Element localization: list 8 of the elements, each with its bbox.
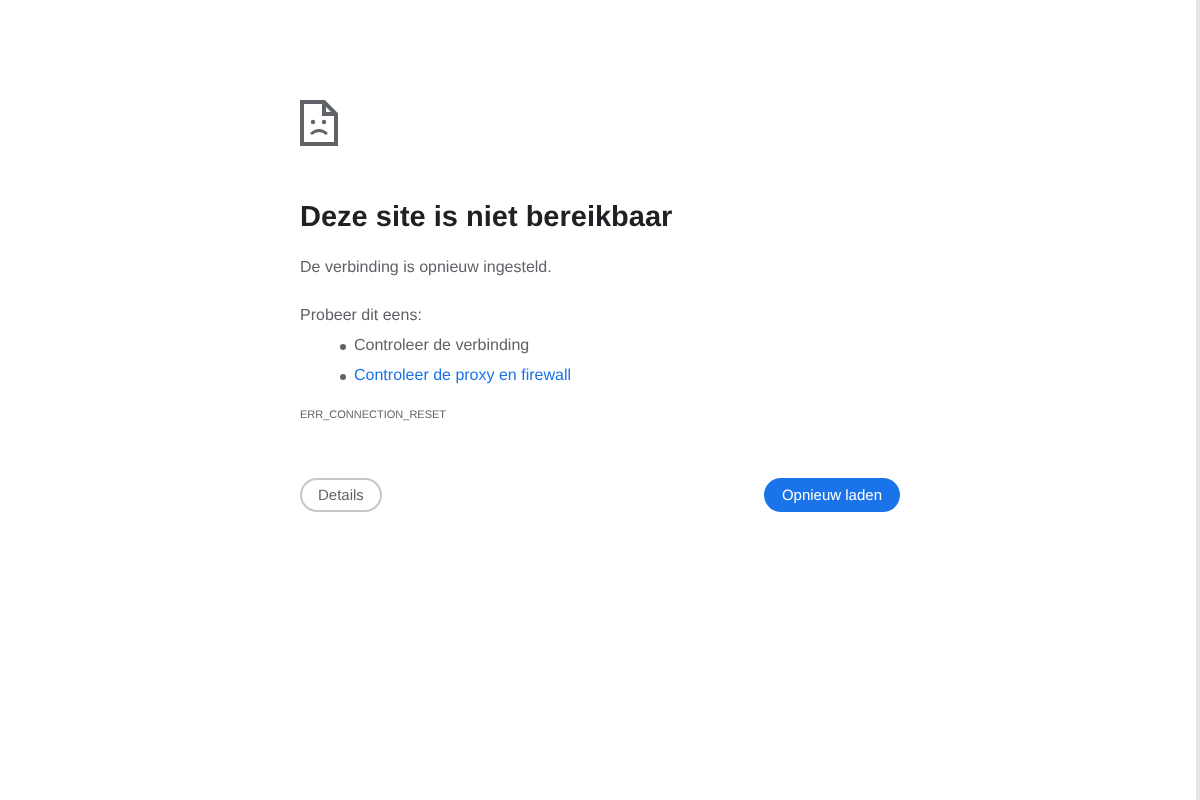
- bullet-icon: [340, 373, 346, 380]
- error-message: De verbinding is opnieuw ingesteld.: [300, 256, 554, 281]
- suggestion-link[interactable]: Controleer de proxy en firewall: [354, 364, 571, 389]
- suggestions-intro: Probeer dit eens:: [300, 304, 424, 329]
- error-heading: Deze site is niet bereikbaar: [300, 202, 675, 237]
- bullet-icon: [340, 343, 346, 350]
- suggestion-text: Controleer de verbinding: [354, 334, 530, 359]
- sad-page-icon: [300, 100, 338, 146]
